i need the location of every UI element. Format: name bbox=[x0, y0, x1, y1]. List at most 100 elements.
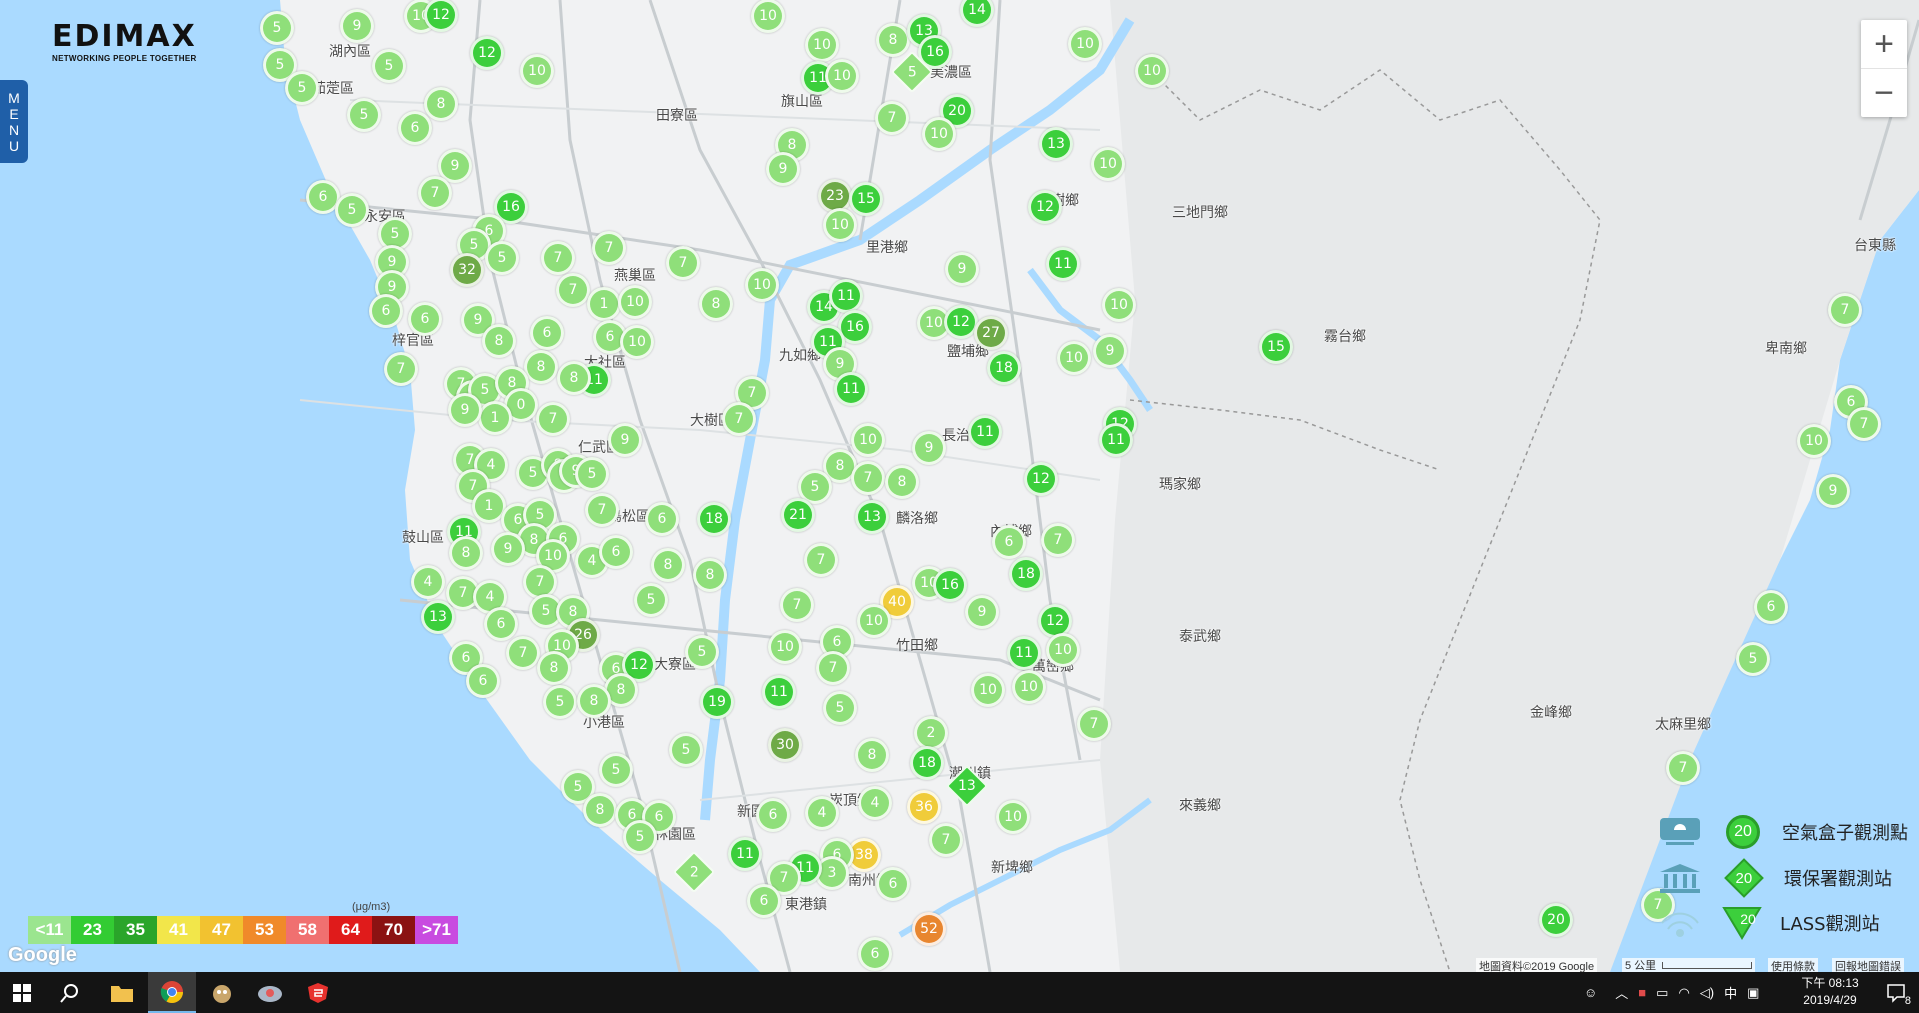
terms-link[interactable]: 使用條款 bbox=[1768, 958, 1818, 972]
airbox-station-marker[interactable]: 13 bbox=[855, 500, 889, 534]
menu-toggle-button[interactable]: MENU bbox=[0, 80, 28, 163]
airbox-station-marker[interactable]: 7 bbox=[384, 352, 418, 386]
report-map-error-link[interactable]: 回報地圖錯誤 bbox=[1832, 958, 1904, 972]
airbox-station-marker[interactable]: 11 bbox=[762, 675, 796, 709]
airbox-station-marker[interactable]: 20 bbox=[1539, 903, 1573, 937]
airbox-station-marker[interactable]: 8 bbox=[537, 651, 571, 685]
airbox-station-marker[interactable]: 8 bbox=[693, 558, 727, 592]
airbox-station-marker[interactable]: 15 bbox=[1259, 330, 1293, 364]
taskbar-clock[interactable]: 下午 08:13 2019/4/29 bbox=[1790, 975, 1870, 1009]
airbox-station-marker[interactable]: 12 bbox=[470, 36, 504, 70]
airbox-station-marker[interactable]: 5 bbox=[575, 457, 609, 491]
airbox-station-marker[interactable]: 9 bbox=[945, 252, 979, 286]
airbox-station-marker[interactable]: 7 bbox=[816, 651, 850, 685]
airbox-station-marker[interactable]: 8 bbox=[583, 793, 617, 827]
airbox-station-marker[interactable]: 30 bbox=[768, 728, 802, 762]
airbox-station-marker[interactable]: 6 bbox=[398, 111, 432, 145]
airbox-station-marker[interactable]: 8 bbox=[577, 684, 611, 718]
airbox-station-marker[interactable]: 10 bbox=[1057, 341, 1091, 375]
battery-icon[interactable]: ▭ bbox=[1656, 985, 1668, 1001]
airbox-station-marker[interactable]: 9 bbox=[1816, 474, 1850, 508]
airbox-station-marker[interactable]: 4 bbox=[411, 565, 445, 599]
airbox-station-marker[interactable]: 10 bbox=[618, 285, 652, 319]
airbox-station-marker[interactable]: 7 bbox=[780, 588, 814, 622]
airbox-station-marker[interactable]: 52 bbox=[912, 912, 946, 946]
antivirus-icon[interactable]: ■ bbox=[1638, 985, 1646, 1000]
action-center-button[interactable]: 8 bbox=[1876, 972, 1916, 1013]
airbox-station-marker[interactable]: 4 bbox=[805, 796, 839, 830]
airbox-station-marker[interactable]: 5 bbox=[485, 241, 519, 275]
airbox-station-marker[interactable]: 6 bbox=[530, 316, 564, 350]
airbox-station-marker[interactable]: 5 bbox=[599, 753, 633, 787]
airbox-station-marker[interactable]: 5 bbox=[335, 193, 369, 227]
airbox-station-marker[interactable]: 12 bbox=[1024, 462, 1058, 496]
airbox-station-marker[interactable]: 7 bbox=[851, 461, 885, 495]
airbox-station-marker[interactable]: 10 bbox=[805, 28, 839, 62]
airbox-station-marker[interactable]: 6 bbox=[858, 937, 892, 971]
airbox-station-marker[interactable]: 10 bbox=[922, 117, 956, 151]
airbox-station-marker[interactable]: 7 bbox=[722, 402, 756, 436]
airbox-station-marker[interactable]: 32 bbox=[450, 253, 484, 287]
airbox-station-marker[interactable]: 19 bbox=[700, 685, 734, 719]
airbox-station-marker[interactable]: 10 bbox=[751, 0, 785, 33]
airbox-station-marker[interactable]: 8 bbox=[449, 536, 483, 570]
airbox-station-marker[interactable]: 10 bbox=[1068, 27, 1102, 61]
airbox-station-marker[interactable]: 8 bbox=[876, 23, 910, 57]
airbox-station-marker[interactable]: 10 bbox=[1797, 424, 1831, 458]
airbox-station-marker[interactable]: 12 bbox=[1028, 190, 1062, 224]
airbox-station-marker[interactable]: 5 bbox=[634, 583, 668, 617]
airbox-station-marker[interactable]: 1 bbox=[478, 401, 512, 435]
airbox-station-marker[interactable]: 18 bbox=[987, 351, 1021, 385]
airbox-station-marker[interactable]: 10 bbox=[768, 630, 802, 664]
airbox-station-marker[interactable]: 6 bbox=[466, 664, 500, 698]
airbox-station-marker[interactable]: 11 bbox=[829, 279, 863, 313]
airbox-station-marker[interactable]: 9 bbox=[491, 532, 525, 566]
airbox-station-marker[interactable]: 18 bbox=[910, 746, 944, 780]
airbox-station-marker[interactable]: 7 bbox=[1828, 293, 1862, 327]
airbox-station-marker[interactable]: 6 bbox=[369, 294, 403, 328]
search-button[interactable] bbox=[48, 972, 92, 1013]
airbox-station-marker[interactable]: 5 bbox=[623, 820, 657, 854]
airbox-station-marker[interactable]: 11 bbox=[728, 837, 762, 871]
airbox-station-marker[interactable]: 6 bbox=[756, 798, 790, 832]
airbox-station-marker[interactable]: 10 bbox=[851, 423, 885, 457]
airbox-station-marker[interactable]: 10 bbox=[823, 208, 857, 242]
airbox-station-marker[interactable]: 10 bbox=[1102, 288, 1136, 322]
airbox-station-marker[interactable]: 7 bbox=[666, 246, 700, 280]
airbox-station-marker[interactable]: 18 bbox=[1009, 557, 1043, 591]
airbox-station-marker[interactable]: 10 bbox=[520, 54, 554, 88]
app-button-2[interactable] bbox=[248, 972, 292, 1013]
airbox-station-marker[interactable]: 7 bbox=[541, 241, 575, 275]
airbox-station-marker[interactable]: 10 bbox=[620, 325, 654, 359]
airbox-station-marker[interactable]: 6 bbox=[992, 525, 1026, 559]
airbox-station-marker[interactable]: 6 bbox=[599, 535, 633, 569]
airbox-station-marker[interactable]: 36 bbox=[907, 790, 941, 824]
airbox-station-marker[interactable]: 7 bbox=[556, 273, 590, 307]
airbox-station-marker[interactable]: 18 bbox=[697, 502, 731, 536]
airbox-station-marker[interactable]: 6 bbox=[876, 867, 910, 901]
wifi-icon[interactable]: ◠ bbox=[1678, 985, 1689, 1001]
airbox-station-marker[interactable]: 1 bbox=[587, 287, 621, 321]
airbox-station-marker[interactable]: 7 bbox=[1041, 523, 1075, 557]
airbox-station-marker[interactable]: 12 bbox=[944, 305, 978, 339]
airbox-station-marker[interactable]: 7 bbox=[1077, 707, 1111, 741]
airbox-station-marker[interactable]: 7 bbox=[1847, 407, 1881, 441]
airbox-station-marker[interactable]: 8 bbox=[482, 324, 516, 358]
airbox-station-marker[interactable]: 10 bbox=[971, 673, 1005, 707]
airbox-station-marker[interactable]: 9 bbox=[608, 423, 642, 457]
app-button-1[interactable] bbox=[200, 972, 244, 1013]
airbox-station-marker[interactable]: 10 bbox=[857, 604, 891, 638]
airbox-station-marker[interactable]: 8 bbox=[651, 548, 685, 582]
airbox-station-marker[interactable]: 5 bbox=[260, 11, 294, 45]
airbox-station-marker[interactable]: 11 bbox=[1046, 247, 1080, 281]
volume-icon[interactable]: ◁) bbox=[1700, 985, 1714, 1001]
airbox-station-marker[interactable]: 2 bbox=[914, 716, 948, 750]
airbox-station-marker[interactable]: 7 bbox=[592, 231, 626, 265]
airbox-station-marker[interactable]: 9 bbox=[965, 595, 999, 629]
airbox-station-marker[interactable]: 15 bbox=[849, 182, 883, 216]
airbox-station-marker[interactable]: 9 bbox=[1093, 334, 1127, 368]
airbox-station-marker[interactable]: 11 bbox=[1099, 423, 1133, 457]
airbox-station-marker[interactable]: 6 bbox=[747, 884, 781, 918]
chrome-button[interactable] bbox=[148, 972, 196, 1013]
airbox-station-marker[interactable]: 8 bbox=[885, 465, 919, 499]
